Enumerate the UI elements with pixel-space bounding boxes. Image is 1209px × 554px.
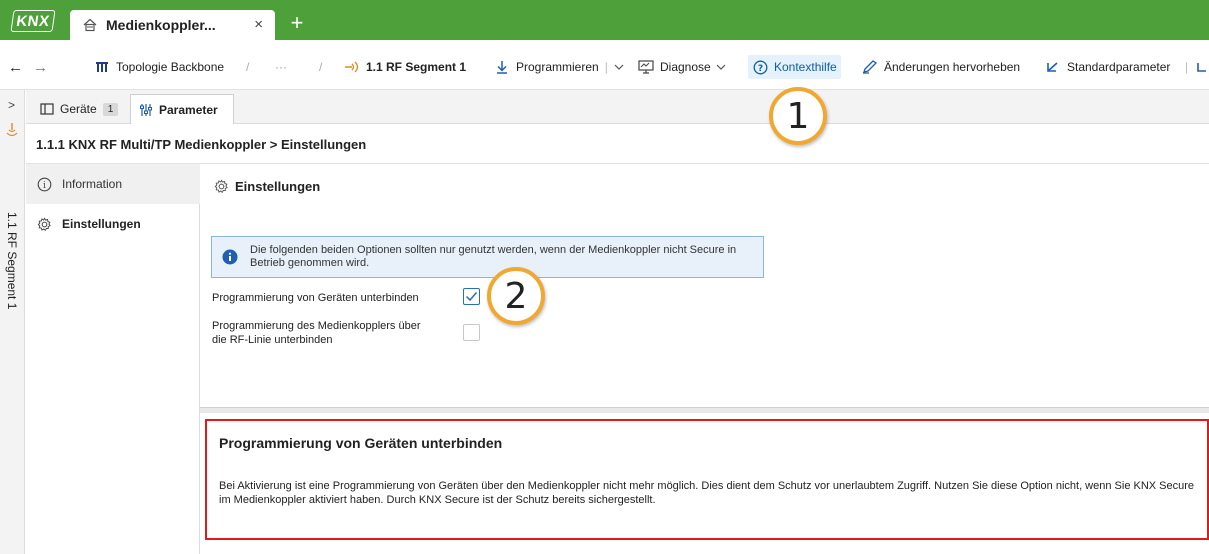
- standardparameter-label: Standardparameter: [1067, 60, 1171, 74]
- option-programmierung-geraete-checkbox[interactable]: [463, 288, 480, 305]
- forward-arrow-icon: →: [33, 58, 48, 76]
- toolbar-divider: |: [1185, 60, 1189, 74]
- diagnose-label: Diagnose: [660, 60, 711, 74]
- reset-icon: [1045, 59, 1061, 75]
- option-rf-linie-checkbox[interactable]: [463, 324, 480, 341]
- tab-close-icon[interactable]: ×: [254, 16, 263, 33]
- programmieren-label: Programmieren: [516, 60, 599, 74]
- home-icon: [82, 17, 98, 33]
- option-rf-linie-label-line1: Programmierung des Medienkopplers über: [212, 320, 421, 332]
- document-tab[interactable]: Medienkoppler... ×: [70, 10, 275, 40]
- breadcrumb-rf-segment-label: 1.1 RF Segment 1: [366, 60, 467, 74]
- knx-logo: KNX: [10, 10, 56, 32]
- highlighter-icon: [862, 59, 878, 75]
- gear-icon: [36, 216, 52, 232]
- parameter-nav: i Information Einstellungen: [26, 164, 200, 554]
- breadcrumb-topologie[interactable]: Topologie Backbone: [94, 57, 224, 77]
- tab-title: Medienkoppler...: [106, 17, 216, 33]
- info-filled-icon: [222, 249, 238, 265]
- help-circle-icon: ?: [752, 59, 768, 75]
- section-title-label: Einstellungen: [235, 178, 321, 194]
- gear-icon: [214, 178, 230, 194]
- option-programmierung-geraete-label: Programmierung von Geräten unterbinden: [212, 292, 419, 304]
- back-arrow-icon: ←: [8, 58, 23, 76]
- panel-icon: [40, 103, 54, 115]
- page-breadcrumb: 1.1.1 KNX RF Multi/TP Medienkoppler > Ei…: [26, 124, 1209, 164]
- nav-item-einstellungen-label: Einstellungen: [62, 217, 141, 231]
- diagnose-button[interactable]: Diagnose: [638, 57, 726, 77]
- page-title: 1.1.1 KNX RF Multi/TP Medienkoppler > Ei…: [36, 137, 367, 152]
- help-body: Bei Aktivierung ist eine Programmierung …: [219, 480, 1195, 506]
- breadcrumb-rf-segment[interactable]: 1.1 RF Segment 1: [344, 57, 466, 77]
- expand-chevron-icon[interactable]: >: [8, 98, 15, 112]
- checkmark-icon: [465, 292, 478, 302]
- context-help-panel: Programmierung von Geräten unterbinden B…: [205, 419, 1209, 540]
- split-separator: |: [604, 60, 608, 74]
- aenderungen-hervorheben-button[interactable]: Änderungen hervorheben: [862, 57, 1020, 77]
- kontexthilfe-button[interactable]: ? Kontexthilfe: [748, 55, 841, 79]
- toolbar: ← → Topologie Backbone / ··· / 1.1 RF Se…: [0, 40, 1209, 90]
- breadcrumb-topologie-label: Topologie Backbone: [116, 60, 225, 74]
- tab-parameter-label: Parameter: [159, 102, 218, 117]
- standardparameter-button[interactable]: Standardparameter: [1045, 57, 1170, 77]
- breadcrumb-separator: /: [246, 60, 250, 74]
- splitter[interactable]: [200, 407, 1209, 413]
- new-tab-button[interactable]: +: [284, 10, 310, 36]
- info-circle-icon: i: [36, 176, 52, 192]
- tab-parameter[interactable]: Parameter: [130, 94, 234, 124]
- info-message: Die folgenden beiden Optionen sollten nu…: [211, 236, 764, 278]
- tab-geraete[interactable]: Geräte 1: [32, 96, 126, 122]
- back-button[interactable]: ←: [8, 57, 23, 77]
- option-rf-linie-label: Programmierung des Medienkopplers über d…: [212, 319, 421, 347]
- sliders-icon: [139, 103, 153, 117]
- forward-button[interactable]: →: [33, 57, 48, 77]
- tab-geraete-label: Geräte: [60, 102, 97, 116]
- section-title: Einstellungen: [214, 178, 320, 194]
- rail-label[interactable]: 1.1 RF Segment 1: [5, 212, 19, 309]
- settings-content: Einstellungen Die folgenden beiden Optio…: [200, 164, 1209, 407]
- programmieren-button[interactable]: Programmieren |: [494, 57, 624, 77]
- nav-item-information-label: Information: [62, 177, 123, 191]
- svg-text:?: ?: [757, 64, 762, 74]
- option-rf-linie-label-line2: die RF-Linie unterbinden: [212, 334, 333, 346]
- breadcrumb-ellipsis[interactable]: ···: [275, 57, 287, 77]
- geraete-count-badge: 1: [102, 102, 119, 116]
- callout-2: 2: [487, 267, 545, 325]
- undo-icon[interactable]: [1196, 57, 1208, 77]
- topology-icon: [94, 59, 110, 75]
- title-bar: KNX Medienkoppler... × +: [0, 0, 1209, 40]
- svg-text:i: i: [43, 181, 46, 191]
- aenderungen-label: Änderungen hervorheben: [884, 60, 1021, 74]
- info-message-text: Die folgenden beiden Optionen sollten nu…: [250, 244, 737, 269]
- chevron-down-icon: [716, 60, 726, 74]
- rf-segment-icon: [344, 59, 360, 75]
- side-rail: > 1.1 RF Segment 1: [0, 90, 25, 554]
- kontexthilfe-label: Kontexthilfe: [774, 60, 837, 74]
- panel-tabs: Geräte 1 Parameter: [26, 90, 1209, 124]
- breadcrumb-separator: /: [319, 60, 323, 74]
- help-title: Programmierung von Geräten unterbinden: [219, 435, 503, 451]
- callout-1: 1: [769, 87, 827, 145]
- rf-segment-icon: [6, 122, 18, 141]
- nav-item-information[interactable]: i Information: [26, 164, 200, 204]
- chevron-down-icon[interactable]: [614, 60, 624, 74]
- nav-item-einstellungen[interactable]: Einstellungen: [26, 204, 200, 244]
- download-arrow-icon: [494, 59, 510, 75]
- monitor-icon: [638, 59, 654, 75]
